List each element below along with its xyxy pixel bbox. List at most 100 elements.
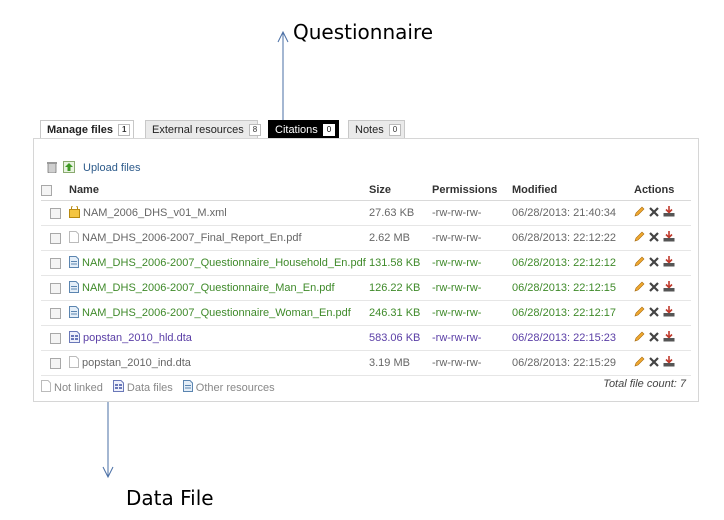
tab-manage-files[interactable]: Manage files 1 (40, 120, 134, 139)
file-modified: 06/28/2013: 22:12:12 (512, 250, 634, 276)
table-row: NAM_DHS_2006-2007_Questionnaire_Man_En.p… (41, 275, 691, 301)
tab-notes[interactable]: Notes 0 (348, 120, 405, 138)
download-icon[interactable] (663, 306, 675, 320)
file-name[interactable]: popstan_2010_ind.dta (82, 357, 191, 369)
file-size: 27.63 KB (369, 200, 432, 226)
file-permissions: -rw-rw-rw- (432, 225, 512, 251)
file-size: 3.19 MB (369, 350, 432, 376)
tab-count-badge: 0 (322, 124, 336, 137)
column-header-name[interactable]: Name (69, 180, 369, 201)
tab-label: Citations (275, 124, 318, 136)
file-size: 131.58 KB (369, 250, 432, 276)
table-header-row: Name Size Permissions Modified Actions (41, 180, 691, 201)
legend-data-files: Data files (112, 380, 173, 395)
column-header-size[interactable]: Size (369, 180, 432, 201)
column-header-actions: Actions (634, 180, 691, 201)
resource-file-icon (69, 280, 79, 296)
table-row: NAM_DHS_2006-2007_Final_Report_En.pdf 2.… (41, 225, 691, 251)
file-size: 583.06 KB (369, 325, 432, 351)
tab-count-badge: 8 (248, 124, 262, 137)
column-header-permissions[interactable]: Permissions (432, 180, 512, 201)
row-checkbox[interactable] (49, 282, 61, 294)
file-modified: 06/28/2013: 22:12:15 (512, 275, 634, 301)
row-checkbox[interactable] (49, 232, 61, 244)
column-header-modified[interactable]: Modified (512, 180, 634, 201)
xml-file-icon (69, 204, 80, 221)
questionnaire-arrowhead (277, 30, 289, 43)
file-permissions: -rw-rw-rw- (432, 200, 512, 226)
legend-other-resources: Other resources (182, 380, 275, 395)
file-name[interactable]: popstan_2010_hld.dta (83, 332, 192, 344)
file-name[interactable]: NAM_2006_DHS_v01_M.xml (83, 207, 227, 219)
file-size: 246.31 KB (369, 300, 432, 326)
file-not-linked-icon (69, 230, 79, 246)
file-not-linked-icon (69, 355, 79, 371)
row-checkbox[interactable] (49, 357, 61, 369)
file-modified: 06/28/2013: 22:15:23 (512, 325, 634, 351)
upload-icon[interactable] (63, 160, 75, 176)
download-icon[interactable] (663, 331, 675, 345)
edit-icon[interactable] (634, 356, 645, 370)
download-icon[interactable] (663, 206, 675, 220)
delete-icon[interactable] (649, 356, 659, 370)
download-icon[interactable] (663, 281, 675, 295)
legend-label: Not linked (54, 381, 103, 394)
edit-icon[interactable] (634, 331, 645, 345)
delete-icon[interactable] (649, 206, 659, 220)
delete-icon[interactable] (649, 306, 659, 320)
row-checkbox[interactable] (49, 257, 61, 269)
delete-icon[interactable] (649, 256, 659, 270)
file-modified: 06/28/2013: 21:40:34 (512, 200, 634, 226)
file-name[interactable]: NAM_DHS_2006-2007_Questionnaire_Househol… (82, 257, 366, 269)
file-toolbar: Upload files (47, 160, 140, 176)
file-permissions: -rw-rw-rw- (432, 250, 512, 276)
file-modified: 06/28/2013: 22:12:17 (512, 300, 634, 326)
file-type-legend: Not linked Data files Other resources (41, 380, 285, 395)
row-checkbox[interactable] (49, 307, 61, 319)
file-size: 126.22 KB (369, 275, 432, 301)
download-icon[interactable] (663, 231, 675, 245)
data-file-icon (112, 380, 124, 395)
tab-count-badge: 1 (118, 124, 131, 137)
legend-not-linked: Not linked (41, 380, 103, 395)
file-permissions: -rw-rw-rw- (432, 275, 512, 301)
tab-citations[interactable]: Citations 0 (268, 120, 339, 138)
file-name[interactable]: NAM_DHS_2006-2007_Questionnaire_Man_En.p… (82, 282, 335, 294)
edit-icon[interactable] (634, 306, 645, 320)
delete-icon[interactable] (649, 331, 659, 345)
table-row: popstan_2010_hld.dta 583.06 KB -rw-rw-rw… (41, 325, 691, 351)
upload-files-link[interactable]: Upload files (83, 162, 140, 174)
trash-icon[interactable] (47, 161, 57, 176)
resource-file-icon (182, 380, 193, 395)
edit-icon[interactable] (634, 206, 645, 220)
file-name[interactable]: NAM_DHS_2006-2007_Final_Report_En.pdf (82, 232, 302, 244)
data-file-icon (69, 330, 80, 346)
delete-icon[interactable] (649, 281, 659, 295)
file-name[interactable]: NAM_DHS_2006-2007_Questionnaire_Woman_En… (82, 307, 351, 319)
table-row: NAM_2006_DHS_v01_M.xml 27.63 KB -rw-rw-r… (41, 200, 691, 226)
row-checkbox[interactable] (49, 332, 61, 344)
file-permissions: -rw-rw-rw- (432, 300, 512, 326)
file-not-linked-icon (41, 380, 51, 395)
download-icon[interactable] (663, 356, 675, 370)
tab-label: Notes (355, 124, 384, 136)
total-file-count: Total file count: 7 (603, 378, 686, 390)
edit-icon[interactable] (634, 281, 645, 295)
tab-external-resources[interactable]: External resources 8 (145, 120, 262, 138)
table-row: NAM_DHS_2006-2007_Questionnaire_Househol… (41, 250, 691, 276)
edit-icon[interactable] (634, 256, 645, 270)
file-permissions: -rw-rw-rw- (432, 350, 512, 376)
download-icon[interactable] (663, 256, 675, 270)
resource-file-icon (69, 255, 79, 271)
file-permissions: -rw-rw-rw- (432, 325, 512, 351)
tab-label: Manage files (47, 124, 114, 136)
edit-icon[interactable] (634, 231, 645, 245)
files-table: Name Size Permissions Modified Actions N… (41, 180, 691, 376)
data-file-arrowhead (102, 466, 114, 479)
file-size: 2.62 MB (369, 225, 432, 251)
select-all-checkbox[interactable] (41, 184, 52, 196)
data-file-annotation: Data File (126, 486, 214, 510)
delete-icon[interactable] (649, 231, 659, 245)
table-row: popstan_2010_ind.dta 3.19 MB -rw-rw-rw- … (41, 350, 691, 376)
row-checkbox[interactable] (49, 207, 61, 219)
